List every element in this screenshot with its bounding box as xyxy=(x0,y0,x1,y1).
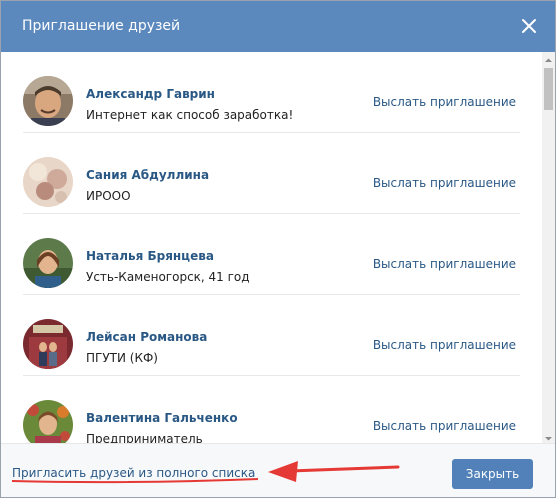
friend-name[interactable]: Лейсан Романова xyxy=(86,329,207,345)
avatar[interactable] xyxy=(23,238,73,288)
scrollbar-thumb[interactable] xyxy=(544,68,553,110)
friend-name[interactable]: Наталья Брянцева xyxy=(86,248,214,264)
friend-row: Сания Абдуллина ИРООО Выслать приглашени… xyxy=(1,133,542,214)
friend-subtitle: Предприниматель xyxy=(86,432,203,443)
scroll-up-arrow-icon[interactable] xyxy=(542,52,555,65)
friend-row: Лейсан Романова ПГУТИ (КФ) Выслать пригл… xyxy=(1,295,542,376)
avatar[interactable] xyxy=(23,157,73,207)
scroll-down-arrow-icon[interactable] xyxy=(542,430,555,443)
send-invite-link[interactable]: Выслать приглашение xyxy=(373,337,516,353)
send-invite-link[interactable]: Выслать приглашение xyxy=(373,175,516,191)
avatar[interactable] xyxy=(23,400,73,443)
friend-row: Александр Гаврин Интернет как способ зар… xyxy=(1,52,542,133)
friend-name[interactable]: Сания Абдуллина xyxy=(86,167,209,183)
friend-name[interactable]: Александр Гаврин xyxy=(86,86,215,102)
scrollbar[interactable] xyxy=(542,52,555,443)
avatar[interactable] xyxy=(23,76,73,126)
dialog-footer: Пригласить друзей из полного списка Закр… xyxy=(1,443,555,497)
invite-from-full-list-link[interactable]: Пригласить друзей из полного списка xyxy=(12,465,255,481)
dialog-title: Приглашение друзей xyxy=(22,18,181,34)
friends-list[interactable]: Александр Гаврин Интернет как способ зар… xyxy=(1,52,542,443)
friend-subtitle: ПГУТИ (КФ) xyxy=(86,351,158,365)
close-icon[interactable] xyxy=(519,16,539,36)
friend-subtitle: Интернет как способ заработка! xyxy=(86,108,294,122)
friend-row: Наталья Брянцева Усть-Каменогорск, 41 го… xyxy=(1,214,542,295)
close-button[interactable]: Закрыть xyxy=(452,459,533,489)
dialog-header: Приглашение друзей xyxy=(1,1,555,52)
send-invite-link[interactable]: Выслать приглашение xyxy=(373,418,516,434)
invite-friends-dialog: Приглашение друзей Александр Гаврин Инте… xyxy=(0,0,556,498)
send-invite-link[interactable]: Выслать приглашение xyxy=(373,256,516,272)
friend-subtitle: Усть-Каменогорск, 41 год xyxy=(86,270,250,284)
friend-row: Валентина Гальченко Предприниматель Высл… xyxy=(1,376,542,443)
send-invite-link[interactable]: Выслать приглашение xyxy=(373,94,516,110)
friend-name[interactable]: Валентина Гальченко xyxy=(86,410,238,426)
friend-subtitle: ИРООО xyxy=(86,189,131,203)
avatar[interactable] xyxy=(23,319,73,369)
